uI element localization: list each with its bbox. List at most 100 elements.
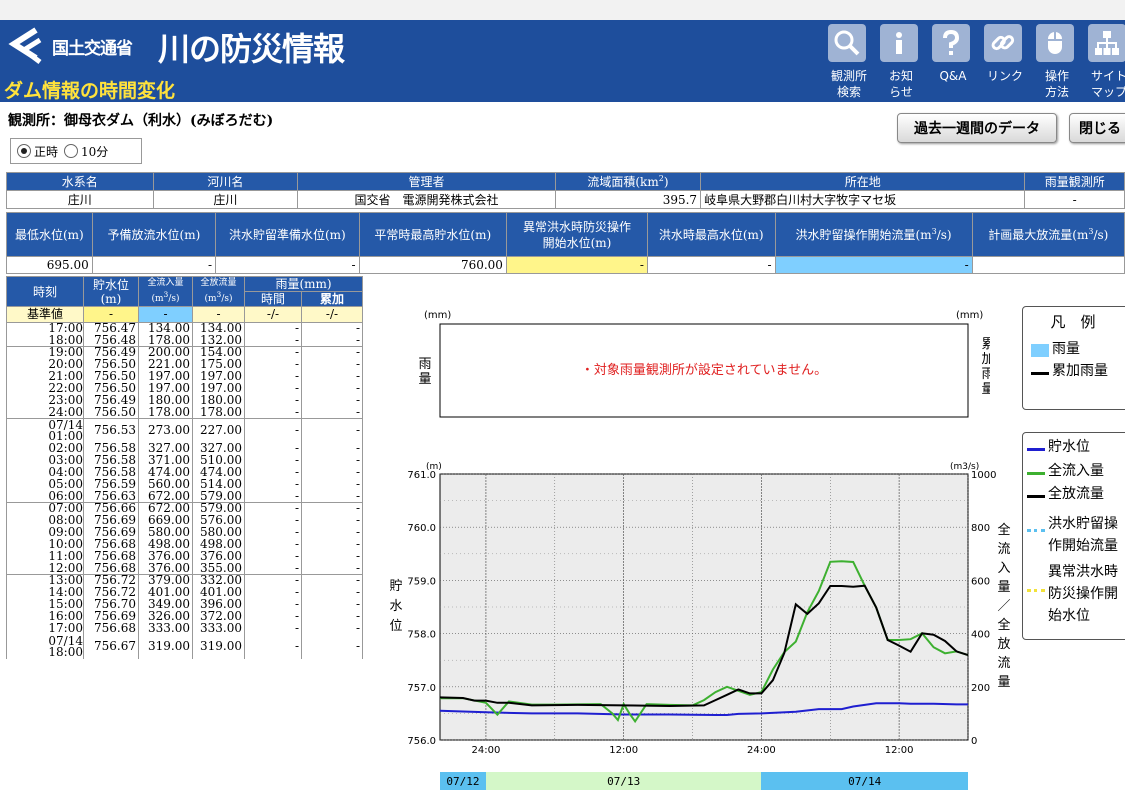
cell-inflow: 273.00 xyxy=(138,418,193,443)
x-tick-label: 24:00 xyxy=(471,745,500,756)
axis-label-char: 加 xyxy=(981,352,990,367)
header-rainfall: 雨量(mm) xyxy=(244,276,363,292)
cell-rain-hourly: - xyxy=(244,370,302,383)
cell-rain-hourly: - xyxy=(244,418,302,443)
info-icon xyxy=(880,24,918,62)
line-swatch-icon xyxy=(1027,472,1045,475)
cell-rain-hourly: - xyxy=(244,358,302,371)
cell-rain-total: - xyxy=(301,514,363,527)
value-normal-max-level: 760.00 xyxy=(358,256,507,274)
y-right-tick-label: 0 xyxy=(971,736,977,747)
legend-item-abnormal-flood-level: 異常洪水時 防災操作開 始水位 xyxy=(1027,561,1118,627)
station-name: 観測所：御母衣ダム（利水）(みぼろだむ) xyxy=(8,113,274,129)
cell-inflow: 319.00 xyxy=(138,634,193,659)
cell-rain-hourly: - xyxy=(244,322,302,335)
nav-label: 操作 方法 xyxy=(1044,69,1069,99)
date-band: 07/13 xyxy=(485,772,762,790)
header-rain-total: 累加 xyxy=(301,291,363,307)
cell-inflow: 333.00 xyxy=(138,622,193,635)
cell-rain-total: - xyxy=(301,394,363,407)
cell-rain-total: - xyxy=(301,550,363,563)
y-right-tick-label: 400 xyxy=(971,630,990,641)
interval-selector: 正時 10分 xyxy=(10,138,142,164)
header-basin-area: 流域面積(km2) xyxy=(554,172,702,191)
cell-rain-total: - xyxy=(301,538,363,551)
line-swatch-icon xyxy=(1027,495,1045,498)
cell-rain-hourly: - xyxy=(244,466,302,479)
nav-qa[interactable]: Q&A xyxy=(930,24,978,102)
nav-sitemap[interactable]: サイト マップ xyxy=(1086,24,1125,102)
cell-rain-total: - xyxy=(301,562,363,575)
cell-storage-level: 756.50 xyxy=(83,406,139,419)
baseline-storage: - xyxy=(83,306,139,323)
header-nav: 観測所 検索 お知 らせ Q&A リンク 操作 方法 サイト マップ xyxy=(826,24,1125,102)
nav-station-search[interactable]: 観測所 検索 xyxy=(826,24,874,102)
cell-rain-hourly: - xyxy=(244,382,302,395)
value-location: 岐阜県大野郡白川村大字牧字マセ坂 xyxy=(700,190,1026,209)
baseline-inflow: - xyxy=(138,306,193,323)
axis-label-char: 量 xyxy=(418,372,431,387)
baseline-rain-hourly: -/- xyxy=(244,306,302,323)
radio-hourly-label: 正時 xyxy=(34,144,59,159)
value-planned-max-release xyxy=(971,256,1125,274)
cell-rain-total: - xyxy=(301,598,363,611)
close-button[interactable]: 閉じる xyxy=(1069,113,1125,143)
header-inflow: 全流入量 (m3/s) xyxy=(138,276,193,307)
y-left-unit: (m) xyxy=(426,462,442,472)
cell-time: 07/14 18:00 xyxy=(6,634,84,659)
header-flood-storage-flow: 洪水貯留操作開始流量(m3/s) xyxy=(774,212,973,257)
cell-rain-hourly: - xyxy=(244,634,302,659)
table-row: 24:00 756.50 178.00 178.00- - xyxy=(6,406,363,419)
y-right-axis-label-char: 全 xyxy=(997,522,1010,538)
header-outflow: 全放流量 (m3/s) xyxy=(192,276,245,307)
radio-hourly[interactable] xyxy=(17,144,31,158)
value-rain-station: - xyxy=(1024,190,1125,209)
value-prelim-release-level: - xyxy=(91,256,217,274)
rain-unit-right: (mm) xyxy=(956,310,983,321)
cell-rain-hourly: - xyxy=(244,490,302,503)
cell-inflow: 178.00 xyxy=(138,406,193,419)
nav-links[interactable]: リンク xyxy=(982,24,1030,102)
site-title[interactable]: 川の防災情報 xyxy=(158,24,345,70)
cell-rain-total: - xyxy=(301,346,363,359)
value-basin-area: 395.7 xyxy=(554,190,702,209)
rain-unit-left: (mm) xyxy=(424,310,451,321)
nav-label: サイト マップ xyxy=(1090,69,1125,99)
cell-outflow: 227.00 xyxy=(192,418,245,443)
y-left-axis-label-char: 水 xyxy=(389,599,402,614)
y-right-axis-label-char: 量 xyxy=(997,675,1010,690)
y-left-axis-label-char: 位 xyxy=(389,619,402,634)
cell-rain-total: - xyxy=(301,418,363,443)
magnifier-icon xyxy=(828,24,866,62)
nav-notices[interactable]: お知 らせ xyxy=(878,24,926,102)
radio-10min[interactable] xyxy=(64,144,79,158)
legend-item-rain: 雨量 xyxy=(1031,341,1080,358)
y-right-axis-label-char: 流 xyxy=(997,656,1010,671)
site-header: 国土交通省 川の防災情報 ダム情報の時間変化 観測所 検索 お知 らせ Q&A … xyxy=(0,20,1125,102)
cell-rain-total: - xyxy=(301,502,363,515)
header-planned-max-release: 計画最大放流量(m3/s) xyxy=(971,212,1125,257)
ministry-name: 国土交通省 xyxy=(52,39,133,59)
cell-rain-total: - xyxy=(301,574,363,587)
cell-rain-total: - xyxy=(301,334,363,347)
cell-rain-hourly: - xyxy=(244,406,302,419)
dashed-swatch-icon xyxy=(1027,589,1045,592)
legend-title: 凡 例 xyxy=(1050,313,1096,331)
cell-rain-total: - xyxy=(301,526,363,539)
value-river-system: 庄川 xyxy=(6,190,154,209)
radio-10min-label: 10分 xyxy=(81,144,109,159)
value-flood-max-level: - xyxy=(646,256,776,274)
line-swatch-icon xyxy=(1031,372,1049,375)
rainfall-chart: (mm) (mm) ・対象雨量観測所が設定されていません。 雨量 累加雨量 xyxy=(418,310,990,418)
baseline-label: 基準値 xyxy=(6,306,84,323)
legend-item-flood-storage-flow: 洪水貯留操 作開始流量 xyxy=(1027,513,1118,557)
header-time: 時刻 xyxy=(6,276,84,307)
cell-rain-total: - xyxy=(301,466,363,479)
past-week-button[interactable]: 過去一週間のデータ xyxy=(897,113,1057,143)
nav-howto[interactable]: 操作 方法 xyxy=(1034,24,1082,102)
y-left-tick-label: 757.0 xyxy=(407,683,436,694)
y-right-tick-label: 600 xyxy=(971,576,990,587)
y-right-axis-label-char: 入 xyxy=(997,561,1010,576)
table-row: 07/14 01:00 756.53 273.00 227.00- - xyxy=(6,418,363,443)
cell-storage-level: 756.53 xyxy=(83,418,139,443)
